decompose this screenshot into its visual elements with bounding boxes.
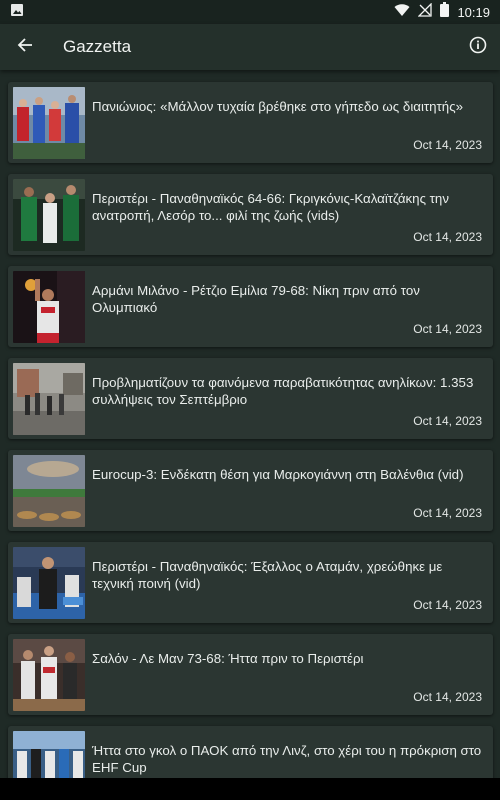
article-card[interactable]: Περιστέρι - Παναθηναϊκός: Έξαλλος ο Αταμ… <box>8 542 493 623</box>
article-date: Oct 14, 2023 <box>413 598 482 612</box>
article-thumbnail <box>13 639 85 711</box>
article-date: Oct 14, 2023 <box>413 506 482 520</box>
article-thumbnail <box>13 731 85 778</box>
article-card[interactable]: Σαλόν - Λε Μαν 73-68: Ήττα πριν το Περισ… <box>8 634 493 715</box>
article-card[interactable]: Περιστέρι - Παναθηναϊκός 64-66: Γκριγκόν… <box>8 174 493 255</box>
battery-icon <box>440 2 450 22</box>
article-title: Ήττα στο γκολ ο ΠΑΟΚ από την Λινζ, στο χ… <box>92 743 482 775</box>
wifi-icon <box>394 3 410 22</box>
article-card[interactable]: Ήττα στο γκολ ο ΠΑΟΚ από την Λινζ, στο χ… <box>8 726 493 778</box>
back-button[interactable] <box>0 24 50 70</box>
status-time: 10:19 <box>457 4 490 20</box>
article-title: Πανιώνιος: «Μάλλον τυχαία βρέθηκε στο γή… <box>92 99 464 114</box>
article-date: Oct 14, 2023 <box>413 230 482 244</box>
app-title: Gazzetta <box>63 37 132 56</box>
image-icon <box>10 3 24 22</box>
article-card[interactable]: Πανιώνιος: «Μάλλον τυχαία βρέθηκε στο γή… <box>8 82 493 163</box>
article-date: Oct 14, 2023 <box>413 414 482 428</box>
arrow-back-icon <box>17 37 33 58</box>
article-title: Περιστέρι - Παναθηναϊκός: Έξαλλος ο Αταμ… <box>92 559 443 591</box>
status-bar: 10:19 <box>0 0 500 24</box>
signal-off-icon <box>417 1 433 22</box>
article-thumbnail <box>13 271 85 343</box>
article-thumbnail <box>13 87 85 159</box>
article-thumbnail <box>13 547 85 619</box>
article-thumbnail <box>13 363 85 435</box>
article-card[interactable]: Αρμάνι Μιλάνο - Ρέτζιο Εμίλια 79-68: Νίκ… <box>8 266 493 347</box>
article-date: Oct 14, 2023 <box>413 138 482 152</box>
article-list[interactable]: Πανιώνιος: «Μάλλον τυχαία βρέθηκε στο γή… <box>0 70 500 778</box>
article-thumbnail <box>13 455 85 527</box>
info-button[interactable] <box>456 24 500 70</box>
article-title: Αρμάνι Μιλάνο - Ρέτζιο Εμίλια 79-68: Νίκ… <box>92 283 420 315</box>
article-title: Σαλόν - Λε Μαν 73-68: Ήττα πριν το Περισ… <box>92 651 364 666</box>
system-nav-bar <box>0 778 500 800</box>
article-card[interactable]: Προβληματίζουν τα φαινόμενα παραβατικότη… <box>8 358 493 439</box>
info-icon <box>469 36 487 59</box>
article-date: Oct 14, 2023 <box>413 690 482 704</box>
app-bar: Gazzetta <box>0 24 500 70</box>
article-date: Oct 14, 2023 <box>413 322 482 336</box>
article-title: Eurocup-3: Ενδέκατη θέση για Μαρκογιάννη… <box>92 467 464 482</box>
article-title: Περιστέρι - Παναθηναϊκός 64-66: Γκριγκόν… <box>92 191 449 223</box>
article-thumbnail <box>13 179 85 251</box>
article-card[interactable]: Eurocup-3: Ενδέκατη θέση για Μαρκογιάννη… <box>8 450 493 531</box>
article-title: Προβληματίζουν τα φαινόμενα παραβατικότη… <box>92 375 474 407</box>
